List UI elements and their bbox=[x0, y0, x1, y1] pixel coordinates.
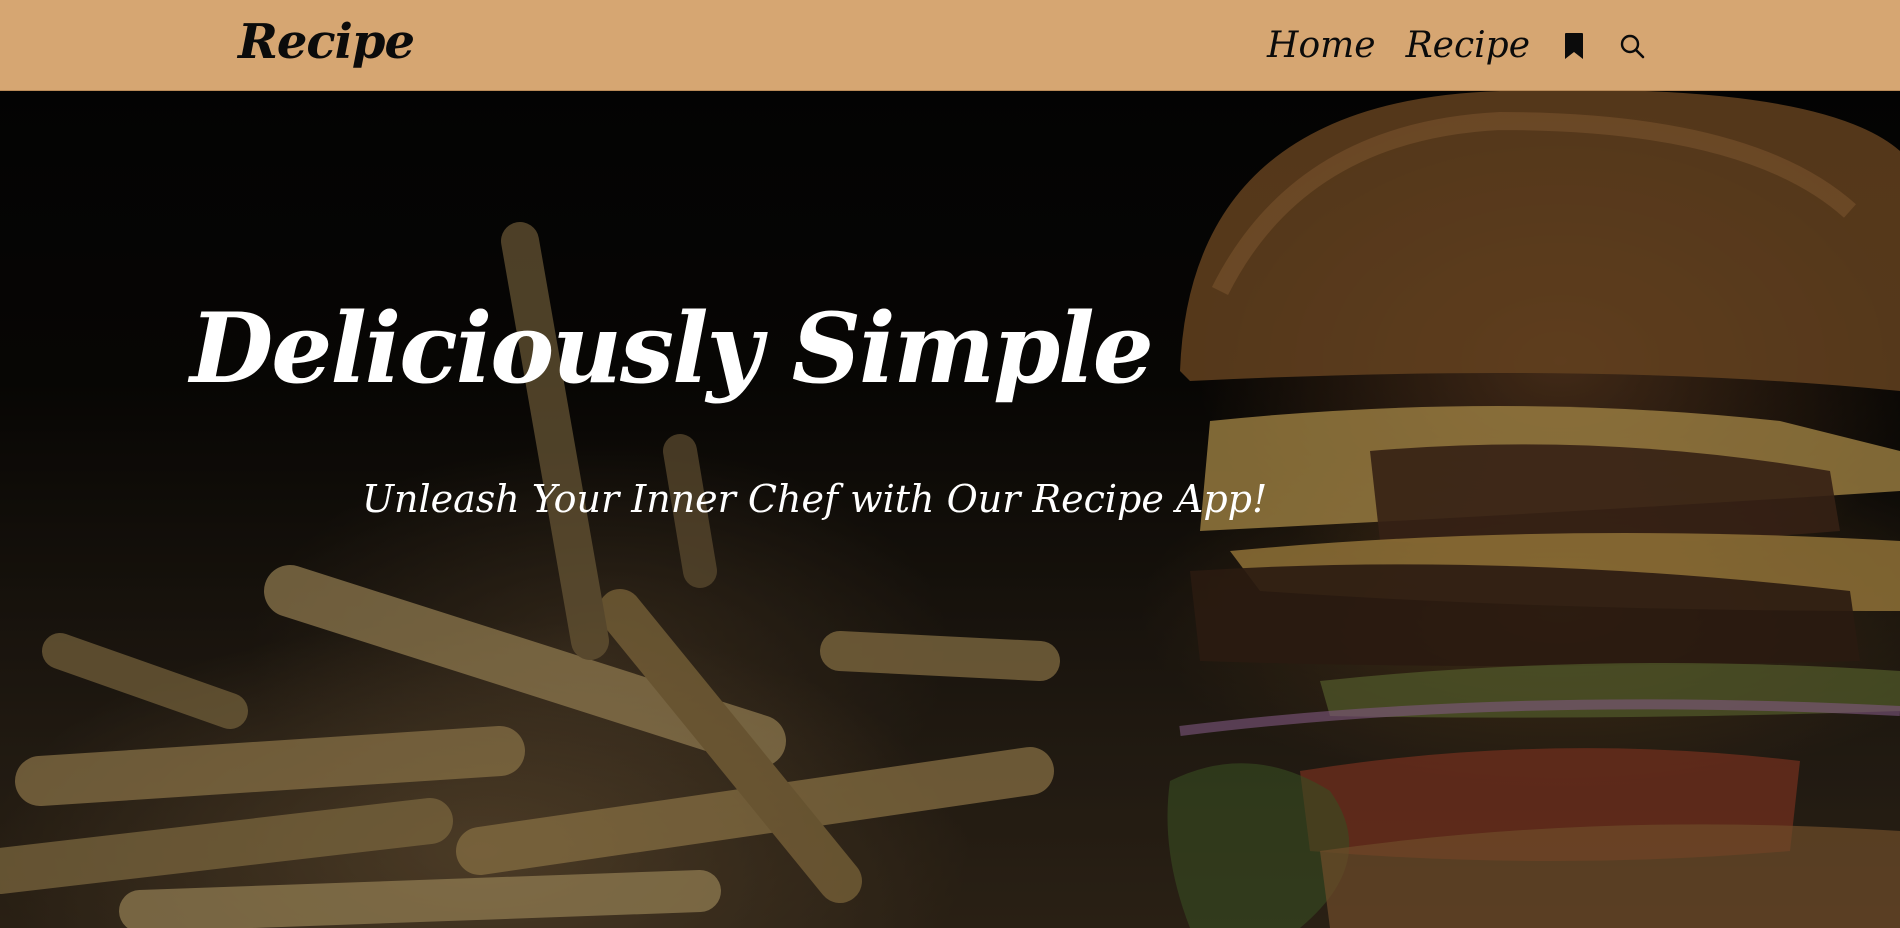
hero-subtitle: Unleash Your Inner Chef with Our Recipe … bbox=[362, 477, 1268, 521]
hero-section: Deliciously Simple Unleash Your Inner Ch… bbox=[0, 91, 1900, 928]
hero-title: Deliciously Simple bbox=[190, 292, 1154, 405]
navbar: Recipe Home Recipe bbox=[0, 0, 1900, 91]
bookmark-icon[interactable] bbox=[1560, 30, 1588, 62]
search-icon[interactable] bbox=[1618, 30, 1646, 62]
brand-logo[interactable]: Recipe bbox=[238, 14, 415, 72]
nav-link-home[interactable]: Home bbox=[1267, 28, 1376, 64]
nav-links: Home Recipe bbox=[1267, 22, 1646, 70]
nav-link-recipe[interactable]: Recipe bbox=[1406, 28, 1530, 64]
